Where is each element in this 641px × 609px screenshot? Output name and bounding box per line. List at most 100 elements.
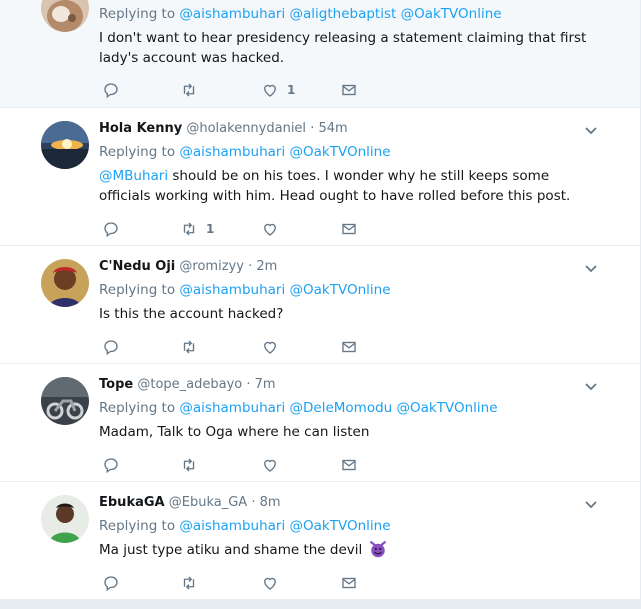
avatar-motorcycle-icon (41, 377, 89, 425)
like-button[interactable] (261, 573, 287, 593)
avatar-sunset-icon (41, 121, 89, 169)
avatar-baby-icon (41, 0, 89, 32)
mention-link[interactable]: @aishambuhari (179, 518, 285, 534)
replying-to: Replying to @aishambuhari @aligthebaptis… (99, 6, 502, 22)
avatar[interactable] (41, 495, 89, 543)
smiling-devil-emoji-icon (369, 541, 386, 558)
mention-link[interactable]: @aishambuhari (179, 282, 285, 298)
username[interactable]: @tope_adebayo (137, 377, 242, 392)
separator: · (310, 121, 315, 136)
mention-link[interactable]: @OakTVOnline (290, 144, 391, 160)
chevron-down-icon (585, 383, 597, 391)
reply-button[interactable] (102, 337, 120, 357)
mention-link[interactable]: @MBuhari (99, 168, 168, 184)
mention-link[interactable]: @OakTVOnline (401, 6, 502, 22)
tweet-4[interactable]: Tope @tope_adebayo · 7m Replying to @ais… (0, 364, 640, 482)
more-options-button[interactable] (583, 122, 599, 138)
replying-to-label: Replying to (99, 518, 176, 534)
avatar[interactable] (41, 259, 89, 307)
separator: · (251, 495, 256, 510)
like-count: 1 (287, 83, 296, 97)
reply-icon (104, 576, 118, 592)
replying-to: Replying to @aishambuhari @DeleMomodu @O… (99, 400, 498, 416)
replying-to: Replying to @aishambuhari @OakTVOnline (99, 518, 391, 534)
reply-icon (104, 222, 118, 238)
retweet-icon (183, 222, 195, 236)
chevron-down-icon (585, 501, 597, 509)
retweet-icon (183, 576, 195, 590)
like-button[interactable] (261, 337, 287, 357)
retweet-button[interactable]: 1 (180, 219, 214, 239)
chevron-down-icon (585, 127, 597, 135)
mention-link[interactable]: @OakTVOnline (290, 282, 391, 298)
avatar-portrait-icon (41, 259, 89, 307)
timestamp[interactable]: 7m (255, 377, 276, 392)
username[interactable]: @romizyy (179, 259, 244, 274)
retweet-button[interactable] (180, 337, 206, 357)
heart-icon (264, 341, 276, 354)
like-button[interactable]: 1 (261, 80, 295, 100)
mention-link[interactable]: @OakTVOnline (290, 518, 391, 534)
display-name[interactable]: Hola Kenny (99, 121, 182, 136)
tweet-5[interactable]: EbukaGA @Ebuka_GA · 8m Replying to @aish… (0, 482, 640, 600)
tweet-text: I don't want to hear presidency releasin… (99, 30, 587, 66)
tweet-3[interactable]: C'Nedu Oji @romizyy · 2m Replying to @ai… (0, 246, 640, 364)
avatar[interactable] (41, 121, 89, 169)
heart-icon (264, 577, 276, 590)
reply-icon (104, 83, 118, 99)
direct-message-button[interactable] (340, 219, 358, 239)
direct-message-button[interactable] (340, 573, 358, 593)
chevron-down-icon (585, 265, 597, 273)
retweet-icon (183, 458, 195, 472)
tweet-header: Tope @tope_adebayo · 7m (99, 377, 276, 392)
mention-link[interactable]: @aishambuhari (179, 400, 285, 416)
heart-icon (264, 84, 276, 97)
avatar[interactable] (41, 0, 89, 32)
envelope-icon (342, 223, 356, 235)
tweet-body: should be on his toes. I wonder why he s… (99, 168, 571, 204)
reply-button[interactable] (102, 573, 120, 593)
heart-icon (264, 223, 276, 236)
avatar[interactable] (41, 377, 89, 425)
timestamp[interactable]: 8m (260, 495, 281, 510)
retweet-button[interactable] (180, 573, 206, 593)
direct-message-button[interactable] (340, 455, 358, 475)
reply-button[interactable] (102, 219, 120, 239)
tweet-1[interactable]: Replying to @aishambuhari @aligthebaptis… (0, 0, 640, 108)
envelope-icon (342, 577, 356, 589)
timestamp[interactable]: 54m (318, 121, 347, 136)
replying-to: Replying to @aishambuhari @OakTVOnline (99, 282, 391, 298)
retweet-icon (183, 83, 195, 97)
replying-to-label: Replying to (99, 6, 176, 22)
timestamp[interactable]: 2m (256, 259, 277, 274)
username[interactable]: @Ebuka_GA (169, 495, 247, 510)
display-name[interactable]: Tope (99, 377, 133, 392)
more-options-button[interactable] (583, 378, 599, 394)
separator: · (246, 377, 251, 392)
mention-link[interactable]: @aishambuhari (179, 144, 285, 160)
more-options-button[interactable] (583, 496, 599, 512)
retweet-button[interactable] (180, 455, 206, 475)
retweet-button[interactable] (180, 80, 206, 100)
display-name[interactable]: EbukaGA (99, 495, 165, 510)
heart-icon (264, 459, 276, 472)
mention-link[interactable]: @OakTVOnline (397, 400, 498, 416)
direct-message-button[interactable] (340, 337, 358, 357)
reply-button[interactable] (102, 455, 120, 475)
retweet-icon (183, 340, 195, 354)
reply-button[interactable] (102, 80, 120, 100)
tweet-2[interactable]: Hola Kenny @holakennydaniel · 54m Replyi… (0, 108, 640, 246)
tweet-body: Ma just type atiku and shame the devil (99, 542, 363, 558)
mention-link[interactable]: @aishambuhari (179, 6, 285, 22)
display-name[interactable]: C'Nedu Oji (99, 259, 175, 274)
direct-message-button[interactable] (340, 80, 358, 100)
more-options-button[interactable] (583, 260, 599, 276)
like-button[interactable] (261, 219, 287, 239)
envelope-icon (342, 341, 356, 353)
reply-icon (104, 340, 118, 356)
like-button[interactable] (261, 455, 287, 475)
mention-link[interactable]: @aligthebaptist (290, 6, 397, 22)
mention-link[interactable]: @DeleMomodu (290, 400, 393, 416)
envelope-icon (342, 84, 356, 96)
username[interactable]: @holakennydaniel (186, 121, 306, 136)
